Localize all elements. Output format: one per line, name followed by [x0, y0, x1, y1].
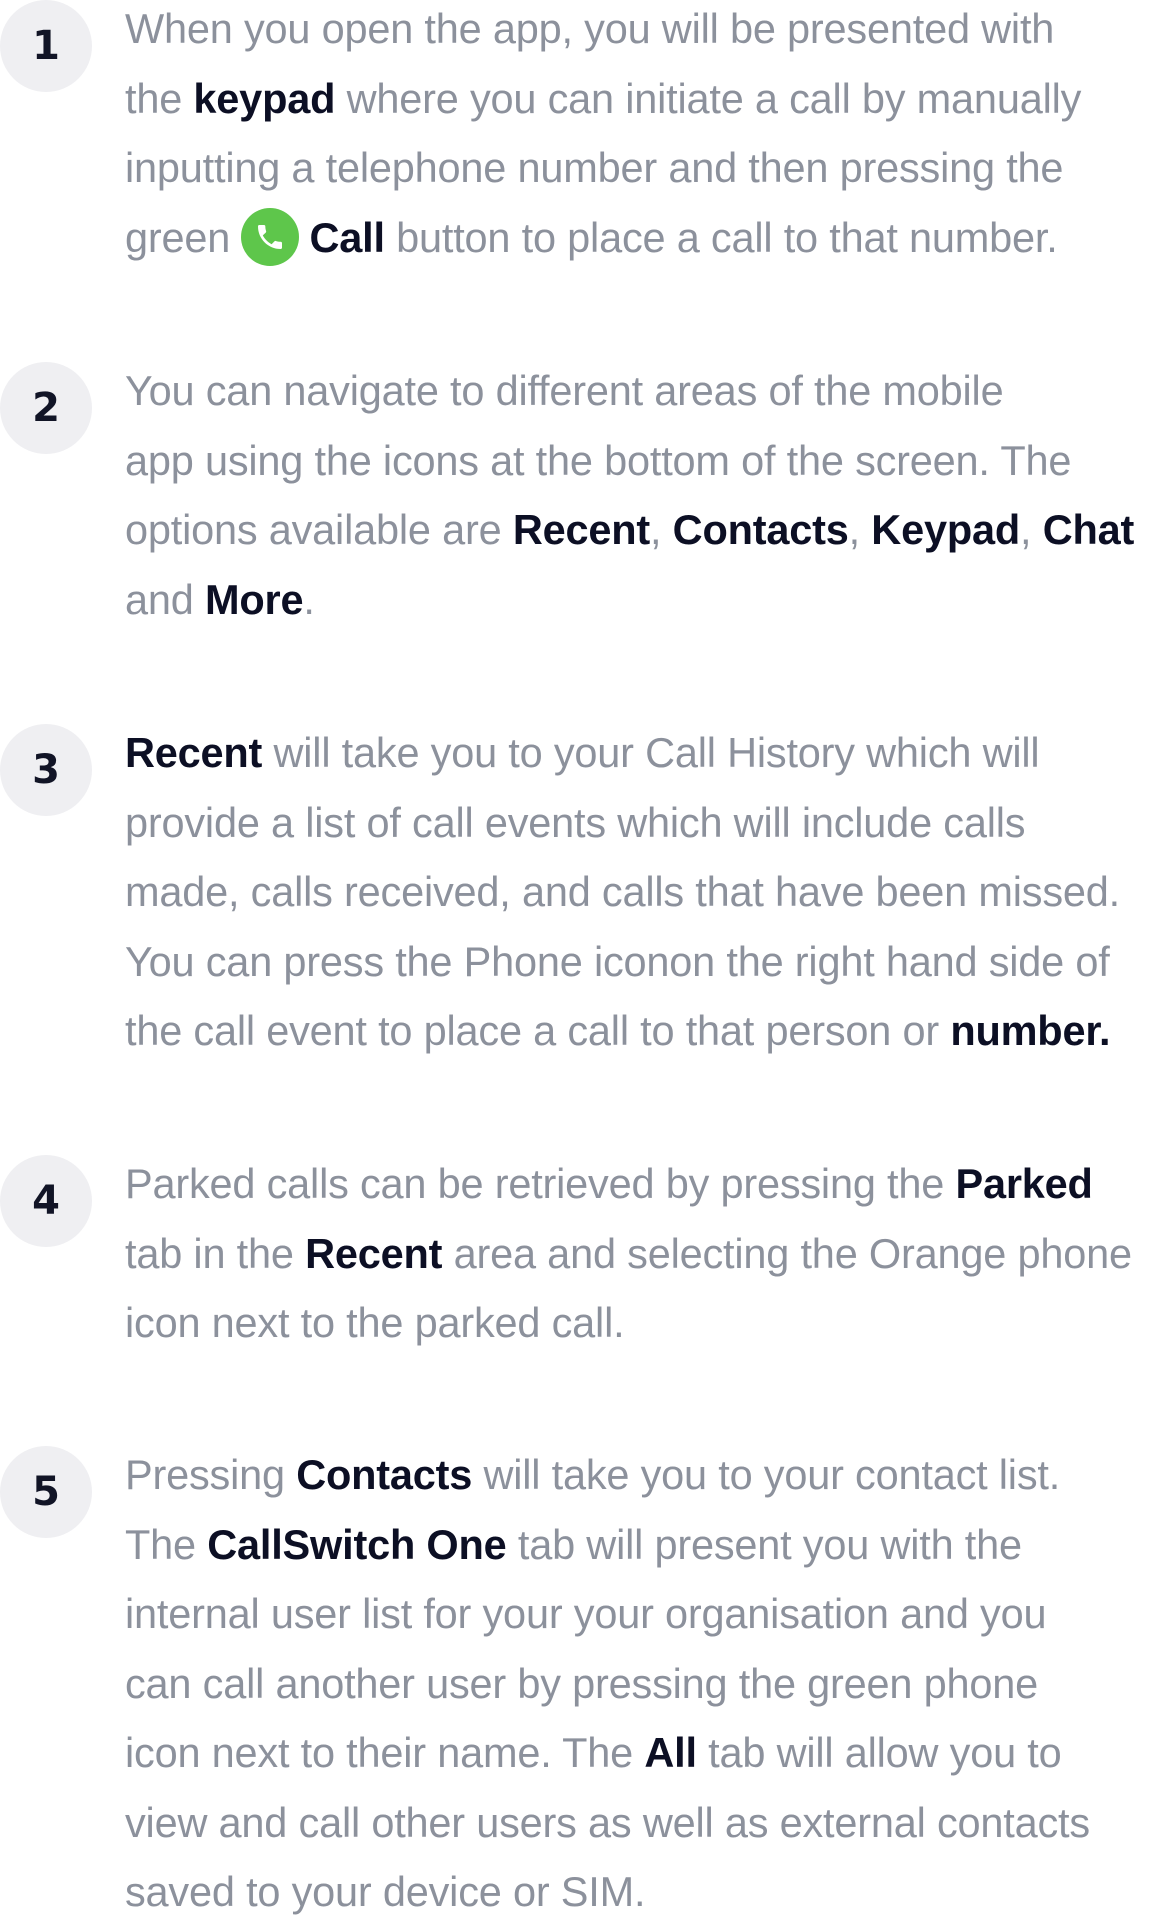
- step-number: 2: [32, 385, 60, 431]
- text-segment: button to place a call to that number.: [384, 213, 1058, 261]
- bold-term: number.: [950, 1007, 1111, 1054]
- phone-call-icon: [241, 207, 300, 266]
- text-segment: Pressing: [125, 1451, 297, 1498]
- text-line: Pressing Contacts will take you to your …: [125, 1440, 1162, 1510]
- text-segment: The: [125, 1520, 208, 1568]
- text-line: made, calls received, and calls that hav…: [125, 857, 1162, 927]
- step-text: You can navigate to different areas of t…: [125, 356, 1162, 634]
- step-text: Parked calls can be retrieved by pressin…: [125, 1149, 1162, 1358]
- text-segment: ,: [1020, 506, 1043, 553]
- text-segment: view and call other users as well as ext…: [125, 1798, 1090, 1846]
- bold-term: All: [644, 1729, 697, 1776]
- bold-term: Contacts: [672, 506, 849, 553]
- step-number-badge: 3: [0, 724, 92, 816]
- text-segment: options available are: [125, 506, 513, 553]
- text-segment: app using the icons at the bottom of the…: [125, 436, 1072, 484]
- bold-term: Recent: [125, 729, 263, 776]
- text-line: You can press the Phone iconon the right…: [125, 927, 1162, 997]
- bold-term: Recent: [512, 506, 650, 553]
- bold-term: Chat: [1042, 506, 1135, 553]
- text-segment: inputting a telephone number and then pr…: [125, 144, 1064, 191]
- text-segment: When you open the app, you will be prese…: [125, 5, 1055, 52]
- text-line: icon next to the parked call.: [125, 1288, 1162, 1358]
- step-number: 1: [32, 23, 60, 69]
- text-segment: will take you to your Call History which…: [262, 729, 1040, 776]
- text-segment: tab will allow you to: [696, 1729, 1062, 1776]
- text-line: The CallSwitch One tab will present you …: [125, 1510, 1162, 1580]
- step-number: 4: [32, 1178, 60, 1224]
- text-line: can call another user by pressing the gr…: [125, 1649, 1162, 1719]
- step-number-badge: 2: [0, 362, 92, 454]
- bold-term: Parked: [955, 1160, 1093, 1207]
- step-text: When you open the app, you will be prese…: [125, 0, 1162, 272]
- text-line: tab in the Recent area and selecting the…: [125, 1219, 1162, 1289]
- text-segment: ,: [650, 506, 673, 553]
- text-segment: .: [303, 575, 315, 623]
- text-segment: Parked calls can be retrieved by pressin…: [125, 1160, 956, 1207]
- text-line: options available are Recent, Contacts, …: [125, 495, 1162, 565]
- text-segment: provide a list of call events which will…: [125, 798, 1026, 846]
- text-line: app using the icons at the bottom of the…: [125, 426, 1162, 496]
- text-segment: where you can initiate a call by manuall…: [335, 74, 1082, 122]
- step-number: 5: [32, 1469, 60, 1515]
- text-segment: internal user list for your your organis…: [125, 1590, 1047, 1637]
- bold-term: Call: [309, 213, 385, 261]
- text-segment: and: [125, 575, 205, 623]
- step-text: Recent will take you to your Call Histor…: [125, 718, 1162, 1066]
- bold-term: keypad: [193, 74, 336, 122]
- text-line: internal user list for your your organis…: [125, 1579, 1162, 1649]
- step-number: 3: [32, 747, 60, 793]
- text-line: inputting a telephone number and then pr…: [125, 133, 1162, 203]
- text-segment: ,: [848, 506, 872, 553]
- text-segment: will take you to your contact list.: [472, 1451, 1061, 1498]
- text-segment: tab in the: [125, 1229, 306, 1277]
- text-segment: the: [125, 74, 194, 122]
- text-segment: tab will present you with the: [506, 1520, 1022, 1568]
- text-segment: the call event to place a call to that p…: [125, 1007, 951, 1054]
- step-number-badge: 4: [0, 1155, 92, 1247]
- bold-term: Recent: [305, 1229, 443, 1277]
- text-segment: area and selecting the Orange phone: [442, 1229, 1132, 1277]
- text-segment: can call another user by pressing the gr…: [125, 1659, 1039, 1707]
- text-line: green Call button to place a call to tha…: [125, 203, 1162, 273]
- step-text: Pressing Contacts will take you to your …: [125, 1440, 1162, 1927]
- step-number-badge: 5: [0, 1446, 92, 1538]
- step-number-badge: 1: [0, 0, 92, 92]
- text-line: When you open the app, you will be prese…: [125, 0, 1162, 64]
- text-segment: saved to your device or SIM.: [125, 1868, 646, 1915]
- text-segment: You can press the Phone iconon the right…: [125, 937, 1110, 985]
- text-line: the keypad where you can initiate a call…: [125, 64, 1162, 134]
- text-line: icon next to their name. The All tab wil…: [125, 1718, 1162, 1788]
- text-line: and More.: [125, 565, 1162, 635]
- bold-term: More: [204, 575, 304, 623]
- bold-term: CallSwitch One: [207, 1520, 507, 1568]
- text-segment: green: [125, 213, 242, 261]
- text-line: Parked calls can be retrieved by pressin…: [125, 1149, 1162, 1219]
- text-segment: icon next to their name. The: [125, 1729, 645, 1776]
- text-segment: icon next to the parked call.: [125, 1299, 625, 1346]
- text-segment: made, calls received, and calls that hav…: [125, 868, 1120, 915]
- text-segment: You can navigate to different areas of t…: [125, 367, 1004, 414]
- text-line: the call event to place a call to that p…: [125, 996, 1162, 1066]
- text-line: view and call other users as well as ext…: [125, 1788, 1162, 1858]
- bold-term: Keypad: [871, 506, 1021, 553]
- text-line: Recent will take you to your Call Histor…: [125, 718, 1162, 788]
- text-line: You can navigate to different areas of t…: [125, 356, 1162, 426]
- text-line: provide a list of call events which will…: [125, 788, 1162, 858]
- text-line: saved to your device or SIM.: [125, 1857, 1162, 1927]
- bold-term: Contacts: [296, 1451, 473, 1498]
